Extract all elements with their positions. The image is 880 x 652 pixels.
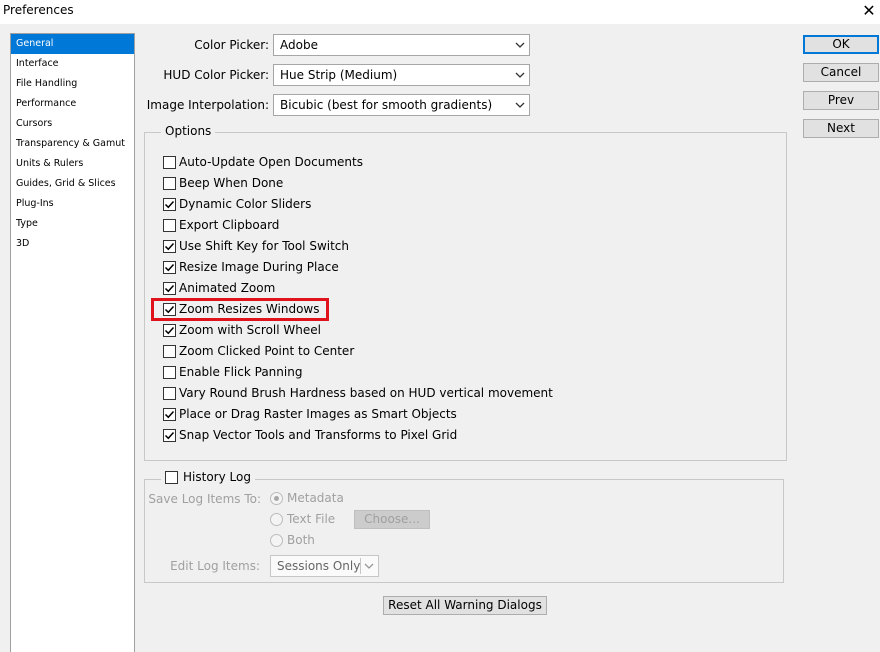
option-checkbox[interactable] xyxy=(163,197,176,211)
option-row-enable-flick-panning[interactable]: Enable Flick Panning xyxy=(163,363,302,381)
option-label: Dynamic Color Sliders xyxy=(179,197,312,211)
nav-item-plug-ins[interactable]: Plug-Ins xyxy=(11,194,134,214)
next-button[interactable]: Next xyxy=(803,119,879,138)
color-picker-value: Adobe xyxy=(280,38,318,52)
radio-text-file[interactable] xyxy=(270,513,283,526)
option-checkbox[interactable] xyxy=(163,155,176,169)
option-checkbox[interactable] xyxy=(163,386,176,400)
option-label: Auto-Update Open Documents xyxy=(179,155,363,169)
chevron-down-icon xyxy=(515,102,525,108)
window-title: Preferences xyxy=(3,3,74,17)
checkmark-icon xyxy=(164,431,175,439)
option-checkbox[interactable] xyxy=(163,428,176,442)
nav-item-type[interactable]: Type xyxy=(11,214,134,234)
highlight-box xyxy=(151,298,329,321)
option-checkbox[interactable] xyxy=(163,260,176,274)
preferences-nav-list: General Interface File Handling Performance… xyxy=(10,33,135,652)
radio-both[interactable] xyxy=(270,534,283,547)
nav-item-units-rulers[interactable]: Units & Rulers xyxy=(11,154,134,174)
chevron-down-icon xyxy=(515,72,525,78)
option-checkbox[interactable] xyxy=(163,239,176,253)
save-log-items-label: Save Log Items To: xyxy=(148,492,261,506)
choose-button[interactable]: Choose... xyxy=(354,510,430,529)
option-row-vary-round-brush-hardness-based-on-hud-vertical-movement[interactable]: Vary Round Brush Hardness based on HUD v… xyxy=(163,384,553,402)
option-label: Zoom with Scroll Wheel xyxy=(179,323,321,337)
option-label: Snap Vector Tools and Transforms to Pixe… xyxy=(179,428,458,442)
radio-metadata[interactable] xyxy=(270,492,283,505)
history-log-legend: History Log xyxy=(161,470,255,484)
checkmark-icon xyxy=(164,410,175,418)
title-bar: Preferences ✕ xyxy=(0,0,880,24)
checkmark-icon xyxy=(164,200,175,208)
prev-button[interactable]: Prev xyxy=(803,91,879,110)
radio-text-file-label: Text File xyxy=(287,512,336,526)
option-row-export-clipboard[interactable]: Export Clipboard xyxy=(163,216,279,234)
radio-metadata-label: Metadata xyxy=(287,491,344,505)
option-label: Beep When Done xyxy=(179,176,284,190)
hud-color-picker-select[interactable]: Hue Strip (Medium) xyxy=(273,64,530,86)
color-picker-label: Color Picker: xyxy=(194,38,269,52)
option-checkbox[interactable] xyxy=(163,218,176,232)
image-interpolation-select[interactable]: Bicubic (best for smooth gradients) xyxy=(273,94,530,116)
cancel-button[interactable]: Cancel xyxy=(803,63,879,82)
nav-item-guides-grid-slices[interactable]: Guides, Grid & Slices xyxy=(11,174,134,194)
option-label: Zoom Clicked Point to Center xyxy=(179,344,355,358)
option-label: Resize Image During Place xyxy=(179,260,339,274)
option-row-place-or-drag-raster-images-as-smart-objects[interactable]: Place or Drag Raster Images as Smart Obj… xyxy=(163,405,457,423)
option-row-dynamic-color-sliders[interactable]: Dynamic Color Sliders xyxy=(163,195,311,213)
option-row-zoom-with-scroll-wheel[interactable]: Zoom with Scroll Wheel xyxy=(163,321,321,339)
option-row-animated-zoom[interactable]: Animated Zoom xyxy=(163,279,275,297)
option-row-snap-vector-tools-and-transforms-to-pixel-grid[interactable]: Snap Vector Tools and Transforms to Pixe… xyxy=(163,426,457,444)
option-checkbox[interactable] xyxy=(163,407,176,421)
nav-item-file-handling[interactable]: File Handling xyxy=(11,74,134,94)
radio-both-label: Both xyxy=(287,533,315,547)
chevron-down-icon xyxy=(364,563,374,569)
edit-log-items-label: Edit Log Items: xyxy=(170,559,260,573)
chevron-down-icon xyxy=(515,42,525,48)
option-checkbox[interactable] xyxy=(163,365,176,379)
option-label: Vary Round Brush Hardness based on HUD v… xyxy=(179,386,553,400)
image-interpolation-value: Bicubic (best for smooth gradients) xyxy=(280,98,493,112)
nav-item-general[interactable]: General xyxy=(11,34,134,54)
option-label: Place or Drag Raster Images as Smart Obj… xyxy=(179,407,457,421)
option-row-auto-update-open-documents[interactable]: Auto-Update Open Documents xyxy=(163,153,363,171)
hud-color-picker-label: HUD Color Picker: xyxy=(163,68,269,82)
hud-color-picker-value: Hue Strip (Medium) xyxy=(280,68,398,82)
nav-item-transparency-gamut[interactable]: Transparency & Gamut xyxy=(11,134,134,154)
option-row-beep-when-done[interactable]: Beep When Done xyxy=(163,174,283,192)
checkmark-icon xyxy=(164,326,175,334)
option-label: Animated Zoom xyxy=(179,281,276,295)
option-checkbox[interactable] xyxy=(163,323,176,337)
select-divider xyxy=(360,558,361,574)
options-legend: Options xyxy=(161,124,216,138)
edit-log-items-value: Sessions Only xyxy=(277,559,361,573)
option-row-resize-image-during-place[interactable]: Resize Image During Place xyxy=(163,258,339,276)
nav-item-cursors[interactable]: Cursors xyxy=(11,114,134,134)
nav-item-interface[interactable]: Interface xyxy=(11,54,134,74)
checkmark-icon xyxy=(164,263,175,271)
reset-all-warning-dialogs-button[interactable]: Reset All Warning Dialogs xyxy=(383,596,547,615)
nav-item-3d[interactable]: 3D xyxy=(11,234,134,254)
checkmark-icon xyxy=(164,242,175,250)
option-row-use-shift-key-for-tool-switch[interactable]: Use Shift Key for Tool Switch xyxy=(163,237,349,255)
option-label: Export Clipboard xyxy=(179,218,280,232)
image-interpolation-label: Image Interpolation: xyxy=(146,98,269,112)
option-checkbox[interactable] xyxy=(163,344,176,358)
nav-item-performance[interactable]: Performance xyxy=(11,94,134,114)
close-icon[interactable]: ✕ xyxy=(860,0,878,22)
option-checkbox[interactable] xyxy=(163,281,176,295)
option-row-zoom-clicked-point-to-center[interactable]: Zoom Clicked Point to Center xyxy=(163,342,354,360)
edit-log-items-select[interactable]: Sessions Only xyxy=(270,555,379,577)
history-log-checkbox[interactable] xyxy=(165,470,178,484)
ok-button[interactable]: OK xyxy=(803,35,879,54)
history-log-label: History Log xyxy=(183,470,251,484)
radio-selected-dot xyxy=(274,496,279,501)
checkmark-icon xyxy=(164,284,175,292)
option-checkbox[interactable] xyxy=(163,176,176,190)
option-label: Use Shift Key for Tool Switch xyxy=(179,239,350,253)
color-picker-select[interactable]: Adobe xyxy=(273,34,530,56)
option-label: Enable Flick Panning xyxy=(179,365,303,379)
